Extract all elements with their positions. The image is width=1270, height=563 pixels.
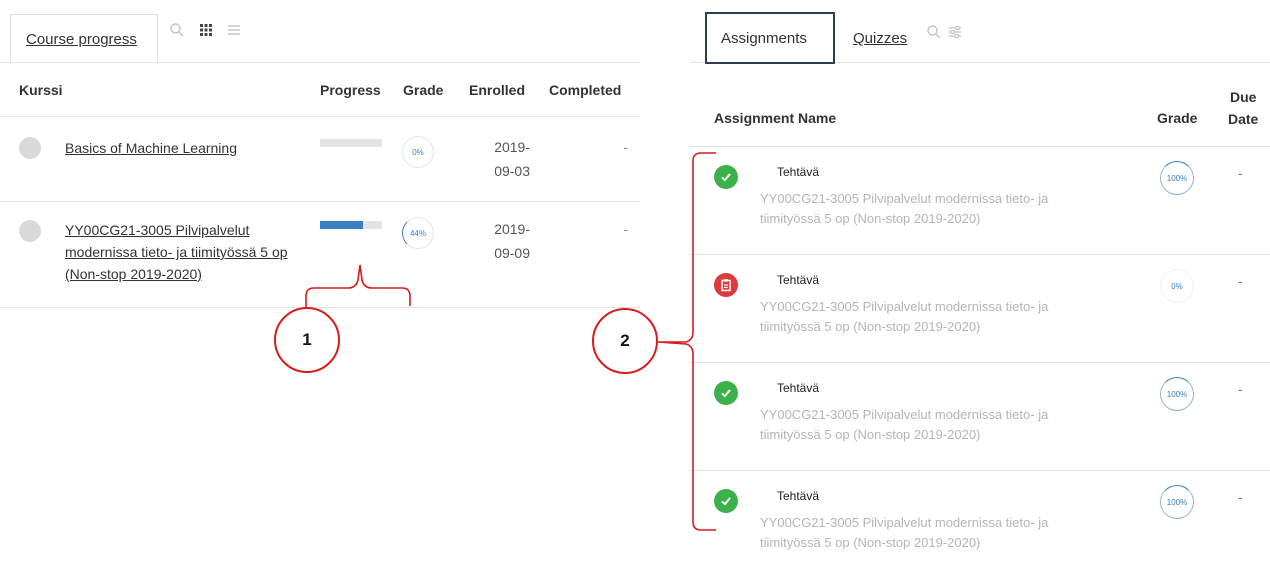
course-link[interactable]: Basics of Machine Learning: [65, 137, 305, 159]
completed-check-icon: [714, 381, 738, 405]
grade-value: 44%: [409, 228, 426, 238]
assignment-row[interactable]: Tehtävä YY00CG21-3005 Pilvipalvelut mode…: [690, 470, 1270, 563]
table-row: Basics of Machine Learning 0% 2019- 09-0…: [0, 116, 640, 202]
column-header-due-date: Due Date: [1228, 86, 1258, 130]
enrolled-date: 2019- 09-03: [470, 135, 530, 183]
annotation-callout-1: 1: [274, 307, 340, 373]
assignments-panel: Assignments Quizzes Assignment Name Grad…: [690, 0, 1270, 563]
due-date-value: -: [1238, 273, 1243, 289]
course-icon: [19, 220, 41, 242]
due-date-line1: Due: [1229, 89, 1257, 105]
enrolled-date-line2: 09-09: [494, 245, 530, 261]
column-header-enrolled: Enrolled: [469, 82, 526, 98]
assignment-course: YY00CG21-3005 Pilvipalvelut modernissa t…: [760, 191, 1049, 226]
grade-value: 100%: [1166, 497, 1188, 507]
search-icon[interactable]: [926, 24, 942, 40]
column-header-progress: Progress: [320, 82, 381, 98]
assignment-course: YY00CG21-3005 Pilvipalvelut modernissa t…: [760, 515, 1049, 550]
course-icon: [19, 137, 41, 159]
due-date-value: -: [1238, 381, 1243, 397]
filter-icon[interactable]: [947, 24, 963, 40]
enrolled-date-line1: 2019-: [494, 221, 530, 237]
assignment-course: YY00CG21-3005 Pilvipalvelut modernissa t…: [760, 407, 1049, 442]
column-header-course: Kurssi: [19, 82, 63, 98]
table-row: YY00CG21-3005 Pilvipalvelut modernissa t…: [0, 201, 640, 308]
assignment-title: Tehtävä: [777, 381, 820, 395]
tab-assignments-label: Assignments: [721, 30, 807, 47]
due-date-value: -: [1238, 489, 1243, 505]
search-icon[interactable]: [169, 22, 185, 38]
completed-value: -: [623, 221, 628, 237]
grade-ring: 44%: [402, 217, 434, 249]
assignment-course: YY00CG21-3005 Pilvipalvelut modernissa t…: [760, 299, 1049, 334]
tab-assignments[interactable]: Assignments: [705, 12, 835, 64]
completed-check-icon: [714, 165, 738, 189]
assignment-row[interactable]: Tehtävä YY00CG21-3005 Pilvipalvelut mode…: [690, 254, 1270, 362]
grade-ring: 0%: [402, 136, 434, 168]
assignment-title: Tehtävä: [777, 489, 820, 503]
enrolled-date-line1: 2019-: [494, 139, 530, 155]
course-link[interactable]: YY00CG21-3005 Pilvipalvelut modernissa t…: [65, 219, 305, 285]
due-date-value: -: [1238, 165, 1243, 181]
clipboard-icon: [714, 273, 738, 297]
due-date-line2: Date: [1228, 111, 1259, 127]
assignment-title: Tehtävä: [777, 165, 820, 179]
tab-course-progress[interactable]: Course progress: [10, 14, 158, 62]
grade-ring: 100%: [1160, 485, 1194, 519]
grade-value: 0%: [412, 147, 424, 157]
assignment-row[interactable]: Tehtävä YY00CG21-3005 Pilvipalvelut mode…: [690, 362, 1270, 470]
completed-value: -: [623, 139, 628, 155]
column-header-grade: Grade: [403, 82, 444, 98]
grade-ring: 100%: [1160, 377, 1194, 411]
annotation-callout-2: 2: [592, 308, 658, 374]
grade-value: 100%: [1166, 173, 1188, 183]
column-header-assignment-name: Assignment Name: [714, 110, 837, 126]
column-header-completed: Completed: [549, 82, 622, 98]
progress-bar-fill: [320, 221, 364, 229]
enrolled-date-line2: 09-03: [494, 163, 530, 179]
progress-bar: [320, 139, 382, 147]
enrolled-date: 2019- 09-09: [470, 217, 530, 265]
assignment-title: Tehtävä: [777, 273, 820, 287]
grid-view-icon[interactable]: [198, 22, 214, 38]
assignments-tab-bar: Assignments Quizzes: [690, 0, 1270, 64]
assignment-row[interactable]: Tehtävä YY00CG21-3005 Pilvipalvelut mode…: [690, 146, 1270, 254]
tab-quizzes[interactable]: Quizzes: [853, 30, 907, 47]
completed-check-icon: [714, 489, 738, 513]
grade-ring: 100%: [1160, 161, 1194, 195]
grade-ring: 0%: [1160, 269, 1194, 303]
course-progress-panel: Course progress Kurssi Progress Grade En…: [0, 0, 640, 563]
progress-bar: [320, 221, 382, 229]
grade-value: 100%: [1166, 389, 1188, 399]
column-header-grade: Grade: [1157, 110, 1198, 126]
tab-course-progress-label: Course progress: [26, 31, 137, 48]
grade-value: 0%: [1171, 281, 1183, 291]
list-view-icon[interactable]: [226, 22, 242, 38]
course-progress-tab-bar: Course progress: [0, 0, 640, 63]
